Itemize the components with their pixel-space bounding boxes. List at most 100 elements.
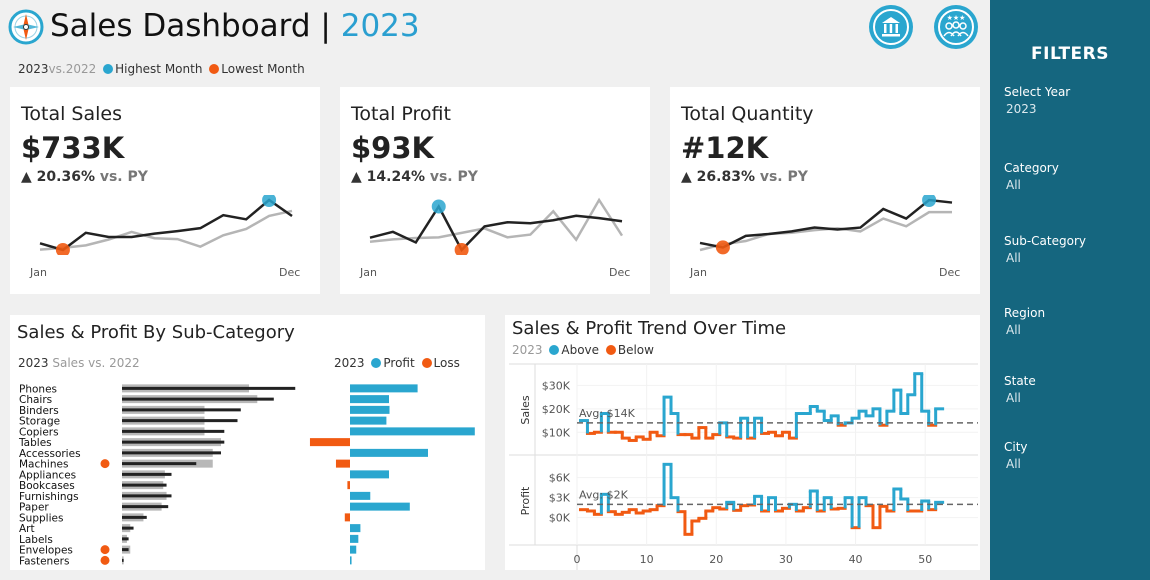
x-tick-label: 20 bbox=[709, 553, 723, 566]
profit-bar bbox=[350, 427, 475, 436]
loss-dot bbox=[421, 358, 432, 368]
title-text: Sales Dashboard bbox=[50, 8, 311, 44]
sales-2023-bar bbox=[122, 515, 147, 519]
filters-heading: FILTERS bbox=[1031, 44, 1109, 64]
spark-end-label: Dec bbox=[939, 266, 961, 279]
svg-text:★★★: ★★★ bbox=[947, 14, 966, 22]
loss-marker bbox=[100, 459, 110, 469]
up-arrow-icon: ▲ bbox=[681, 169, 692, 185]
loss-marker bbox=[100, 545, 110, 555]
sales-2023-bar bbox=[122, 472, 172, 476]
profit-bar bbox=[350, 491, 371, 500]
title-separator: | bbox=[320, 8, 331, 44]
subcategory-legend-left: 2023 Sales vs. 2022 bbox=[18, 356, 140, 370]
trend-chart: 0 10 20 30 40 50 Sales $10K $20K $30K Avg: $14K Pro… bbox=[509, 363, 978, 570]
y-tick-label: $0K bbox=[549, 512, 571, 525]
kpi-delta: ▲ 20.36% vs. PY bbox=[21, 169, 148, 185]
spark-start-label: Jan bbox=[360, 266, 377, 279]
sales-2023-bar bbox=[122, 408, 241, 412]
trend-title: Sales & Profit Trend Over Time bbox=[512, 318, 787, 339]
x-tick-label: 10 bbox=[640, 553, 654, 566]
profit-bar bbox=[344, 513, 350, 522]
compass-icon bbox=[8, 9, 44, 45]
x-tick-label: 40 bbox=[849, 553, 863, 566]
filter-subcategory-select[interactable]: All bbox=[1006, 251, 1021, 265]
filter-state-select[interactable]: All bbox=[1006, 391, 1021, 405]
legend-loss: Loss bbox=[433, 356, 460, 370]
filter-category-select[interactable]: All bbox=[1006, 178, 1021, 192]
filter-region-select[interactable]: All bbox=[1006, 323, 1021, 337]
bank-button[interactable] bbox=[869, 5, 913, 49]
kpi-card-quantity: Total Quantity #12K ▲ 26.83% vs. PY Jan … bbox=[670, 87, 980, 294]
filter-label-year: Select Year bbox=[1004, 85, 1071, 99]
trend-legend: 2023 Above Below bbox=[512, 343, 654, 357]
kpi-vs-label: vs. PY bbox=[429, 169, 478, 185]
filter-label-category: Category bbox=[1004, 161, 1059, 175]
x-tick-label: 0 bbox=[574, 553, 581, 566]
header-legend: 2023vs.2022 Highest Month Lowest Month bbox=[18, 62, 305, 76]
sales-sparkline bbox=[39, 195, 293, 255]
profit-bar bbox=[350, 502, 410, 511]
prior-year-line bbox=[39, 209, 293, 251]
kpi-title: Total Sales bbox=[21, 103, 122, 125]
y-tick-label: $30K bbox=[542, 379, 571, 392]
subcategory-legend-right: 2023 Profit Loss bbox=[334, 356, 460, 370]
legend-highest: Highest Month bbox=[115, 62, 203, 76]
sales-2023-bar bbox=[122, 451, 221, 455]
kpi-delta-value: 14.24% bbox=[366, 169, 425, 185]
subcategory-label: Fasteners bbox=[19, 555, 69, 567]
lowest-month-marker bbox=[715, 240, 730, 255]
filters-sidebar: FILTERS Select Year 2023 Category All Su… bbox=[990, 0, 1150, 580]
profit-bar bbox=[350, 384, 418, 393]
loss-marker bbox=[100, 555, 110, 565]
legend-text: Sales vs. 2022 bbox=[52, 356, 140, 370]
filter-year-select[interactable]: 2023 bbox=[1006, 102, 1037, 116]
legend-below: Below bbox=[617, 343, 654, 357]
filter-city-select[interactable]: All bbox=[1006, 457, 1021, 471]
subcategory-title: Sales & Profit By Sub-Category bbox=[17, 322, 295, 343]
kpi-value: #12K bbox=[681, 131, 769, 165]
sales-2023-bar bbox=[122, 548, 129, 552]
trend-panel: Sales & Profit Trend Over Time 2023 Abov… bbox=[505, 315, 980, 570]
people-button[interactable]: ★★★ bbox=[934, 5, 978, 49]
title-year: 2023 bbox=[340, 8, 420, 44]
x-tick-label: 30 bbox=[779, 553, 793, 566]
profit-bar bbox=[350, 395, 389, 404]
profit-dot bbox=[371, 358, 382, 368]
legend-year: 2023 bbox=[334, 356, 365, 370]
kpi-delta-value: 20.36% bbox=[36, 169, 95, 185]
current-year-line bbox=[699, 198, 953, 249]
bank-icon bbox=[873, 9, 909, 45]
profit-sparkline bbox=[369, 197, 624, 255]
profit-bar bbox=[350, 448, 428, 457]
profit-bar bbox=[309, 438, 350, 447]
kpi-delta-value: 26.83% bbox=[696, 169, 755, 185]
profit-bar bbox=[350, 556, 352, 565]
lowest-dot bbox=[209, 64, 220, 74]
y-tick-label: $10K bbox=[542, 426, 571, 439]
y-tick-label: $3K bbox=[549, 492, 571, 505]
sales-2023-bar bbox=[122, 526, 134, 530]
kpi-card-profit: Total Profit $93K ▲ 14.24% vs. PY Jan De… bbox=[340, 87, 650, 294]
quantity-sparkline bbox=[699, 195, 953, 255]
below-dot bbox=[605, 345, 616, 355]
profit-bar bbox=[347, 481, 350, 490]
x-tick-label: 50 bbox=[918, 553, 932, 566]
spark-start-label: Jan bbox=[690, 266, 707, 279]
sales-2023-bar bbox=[122, 462, 197, 466]
sales-2023-bar bbox=[122, 537, 129, 541]
sales-2023-bar bbox=[122, 494, 172, 498]
profit-bar bbox=[350, 524, 361, 533]
y-axis-title: Sales bbox=[519, 395, 532, 425]
spark-end-label: Dec bbox=[609, 266, 631, 279]
kpi-title: Total Profit bbox=[351, 103, 451, 125]
sales-2023-bar bbox=[122, 429, 225, 433]
legend-lowest: Lowest Month bbox=[221, 62, 305, 76]
profit-bar bbox=[350, 416, 387, 425]
y-axis-title: Profit bbox=[519, 486, 532, 515]
profit-bar bbox=[350, 470, 389, 479]
legend-vs: vs. bbox=[48, 62, 66, 76]
y-tick-label: $20K bbox=[542, 403, 571, 416]
average-label: Avg: $2K bbox=[579, 488, 629, 501]
kpi-value: $93K bbox=[351, 131, 435, 165]
